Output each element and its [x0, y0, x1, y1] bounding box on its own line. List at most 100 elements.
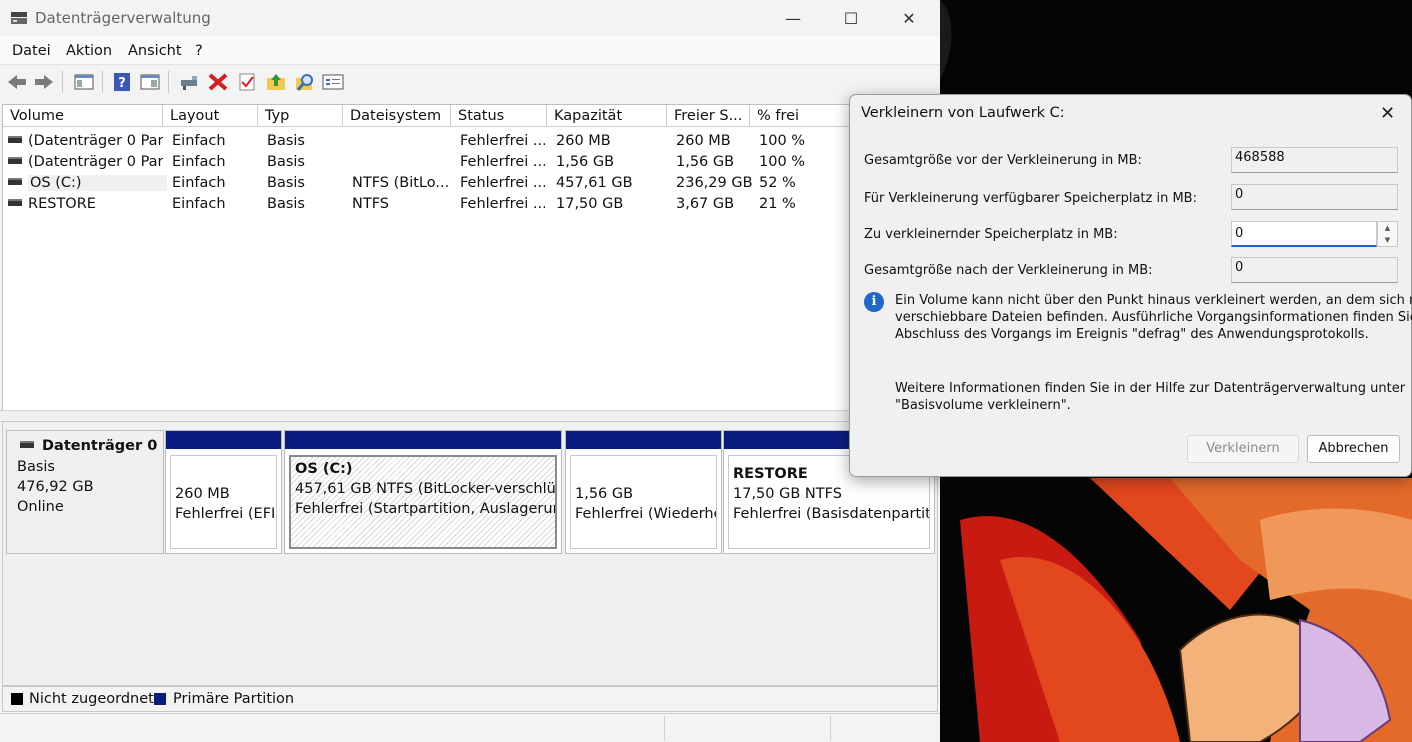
cell-kapazitaet: 17,50 GB — [556, 196, 624, 212]
partition-status: Fehlerfrei (Wiederher — [575, 506, 717, 522]
cell-layout: Einfach — [172, 154, 226, 170]
cell-volume: (Datenträger 0 Par... — [28, 133, 163, 149]
volume-icon — [8, 199, 22, 206]
cell-volume: (Datenträger 0 Par... — [28, 154, 163, 170]
help-icon[interactable]: ? — [111, 72, 133, 92]
cell-dateisystem: NTFS (BitLo... — [352, 175, 449, 191]
primary-partition-bar — [285, 431, 561, 449]
window-title: Datenträgerverwaltung — [35, 9, 211, 27]
partition-size: 1,56 GB — [575, 486, 634, 502]
menu-aktion[interactable]: Aktion — [66, 43, 112, 59]
column-header-volume[interactable]: Volume — [3, 105, 163, 127]
primary-partition-bar — [166, 431, 281, 449]
info-text-line: Abschluss des Vorgangs im Ereignis "defr… — [895, 327, 1369, 342]
partition-title: RESTORE — [733, 466, 808, 482]
help-text-line: "Basisvolume verkleinern". — [895, 398, 1071, 413]
cell-freier-speicher: 236,29 GB — [676, 175, 753, 191]
back-arrow-icon[interactable] — [6, 72, 28, 92]
partition-size: 17,50 GB NTFS — [733, 486, 842, 502]
menu-datei[interactable]: Datei — [12, 43, 51, 59]
volume-icon — [8, 157, 22, 164]
column-header-typ[interactable]: Typ — [258, 105, 343, 127]
cell-layout: Einfach — [172, 175, 226, 191]
menu-bar: Datei Aktion Ansicht ? — [0, 36, 940, 64]
console-tree-icon[interactable] — [73, 72, 95, 92]
partition-os-c[interactable]: OS (C:) 457,61 GB NTFS (BitLocker-versch… — [284, 430, 562, 554]
partition-status: Fehlerfrei (Startpartition, Auslagerungs… — [295, 501, 555, 517]
close-button[interactable]: ✕ — [880, 0, 938, 36]
partition-status: Fehlerfrei (EFI-S — [175, 506, 276, 522]
available-space-field: 0 — [1231, 184, 1398, 210]
cell-prozent-frei: 21 % — [759, 196, 796, 212]
cell-status: Fehlerfrei ... — [460, 196, 545, 212]
legend-unallocated: Nicht zugeordnet — [29, 691, 154, 707]
disk-management-window: Datenträgerverwaltung — ☐ ✕ Datei Aktion… — [0, 0, 940, 742]
disk-label[interactable]: Datenträger 0 Basis 476,92 GB Online — [6, 430, 164, 554]
forward-arrow-icon[interactable] — [33, 72, 55, 92]
info-text-line: verschiebbare Dateien befinden. Ausführl… — [895, 310, 1412, 325]
delete-icon[interactable] — [207, 72, 229, 92]
cell-typ: Basis — [267, 196, 305, 212]
cancel-button[interactable]: Abbrechen — [1307, 435, 1400, 463]
column-header-freier-speicher[interactable]: Freier S... — [667, 105, 750, 127]
partition-recovery[interactable]: 1,56 GB Fehlerfrei (Wiederher — [565, 430, 722, 554]
total-after-field: 0 — [1231, 257, 1398, 283]
info-icon: i — [864, 292, 884, 312]
cell-status: Fehlerfrei ... — [460, 175, 545, 191]
cell-freier-speicher: 3,67 GB — [676, 196, 735, 212]
available-space-label: Für Verkleinerung verfügbarer Speicherpl… — [864, 191, 1197, 206]
disk-icon — [20, 441, 34, 448]
cell-kapazitaet: 260 MB — [556, 133, 611, 149]
search-icon[interactable] — [294, 72, 316, 92]
menu-ansicht[interactable]: Ansicht — [128, 43, 182, 59]
maximize-button[interactable]: ☐ — [822, 0, 880, 36]
shrink-amount-stepper[interactable]: ▲ ▼ — [1377, 221, 1398, 247]
status-bar — [0, 713, 940, 742]
primary-partition-swatch — [154, 693, 166, 705]
partition-size: 457,61 GB NTFS (BitLocker-verschlüssel — [295, 481, 557, 497]
cell-dateisystem: NTFS — [352, 196, 389, 212]
partition-size: 260 MB — [175, 486, 230, 502]
properties-icon[interactable] — [139, 72, 161, 92]
legend: Nicht zugeordnet Primäre Partition — [2, 686, 938, 712]
column-header-layout[interactable]: Layout — [163, 105, 258, 127]
settings-icon[interactable] — [322, 72, 344, 92]
partition-efi[interactable]: 260 MB Fehlerfrei (EFI-S — [165, 430, 282, 554]
shrink-amount-label: Zu verkleinernder Speicherplatz in MB: — [864, 227, 1118, 242]
disk-size: 476,92 GB — [17, 479, 94, 495]
column-header-kapazitaet[interactable]: Kapazität — [547, 105, 667, 127]
minimize-button[interactable]: — — [764, 0, 822, 36]
unallocated-swatch — [11, 693, 23, 705]
cell-prozent-frei: 100 % — [759, 133, 806, 149]
primary-partition-bar — [566, 431, 721, 449]
disk-type: Basis — [17, 459, 55, 475]
column-header-status[interactable]: Status — [451, 105, 547, 127]
legend-primary: Primäre Partition — [173, 691, 295, 707]
volume-icon — [8, 136, 22, 143]
connect-icon[interactable] — [178, 72, 200, 92]
toolbar: ? — [0, 64, 940, 99]
cell-prozent-frei: 100 % — [759, 154, 806, 170]
title-bar[interactable]: Datenträgerverwaltung — ☐ ✕ — [0, 0, 940, 36]
shrink-button[interactable]: Verkleinern — [1187, 435, 1299, 463]
column-header-dateisystem[interactable]: Dateisystem — [343, 105, 451, 127]
help-text-line: Weitere Informationen finden Sie in der … — [895, 381, 1406, 396]
cell-kapazitaet: 1,56 GB — [556, 154, 615, 170]
cell-typ: Basis — [267, 175, 305, 191]
spin-down-icon[interactable]: ▼ — [1378, 234, 1397, 246]
cell-freier-speicher: 1,56 GB — [676, 154, 735, 170]
disk-management-app-icon — [11, 12, 27, 24]
check-icon[interactable] — [236, 72, 258, 92]
total-before-field: 468588 — [1231, 147, 1398, 173]
spin-up-icon[interactable]: ▲ — [1378, 222, 1397, 234]
dialog-title: Verkleinern von Laufwerk C: — [861, 105, 1065, 121]
cell-prozent-frei: 52 % — [759, 175, 796, 191]
shrink-volume-dialog: Verkleinern von Laufwerk C: ✕ Gesamtgröß… — [849, 94, 1412, 477]
cell-layout: Einfach — [172, 196, 226, 212]
menu-help[interactable]: ? — [195, 43, 203, 59]
disk-name: Datenträger 0 — [42, 438, 158, 454]
shrink-amount-input[interactable] — [1231, 221, 1377, 247]
up-folder-icon[interactable] — [265, 72, 287, 92]
dialog-close-icon[interactable]: ✕ — [1380, 103, 1395, 124]
partition-status: Fehlerfrei (Basisdatenpartition — [733, 506, 930, 522]
